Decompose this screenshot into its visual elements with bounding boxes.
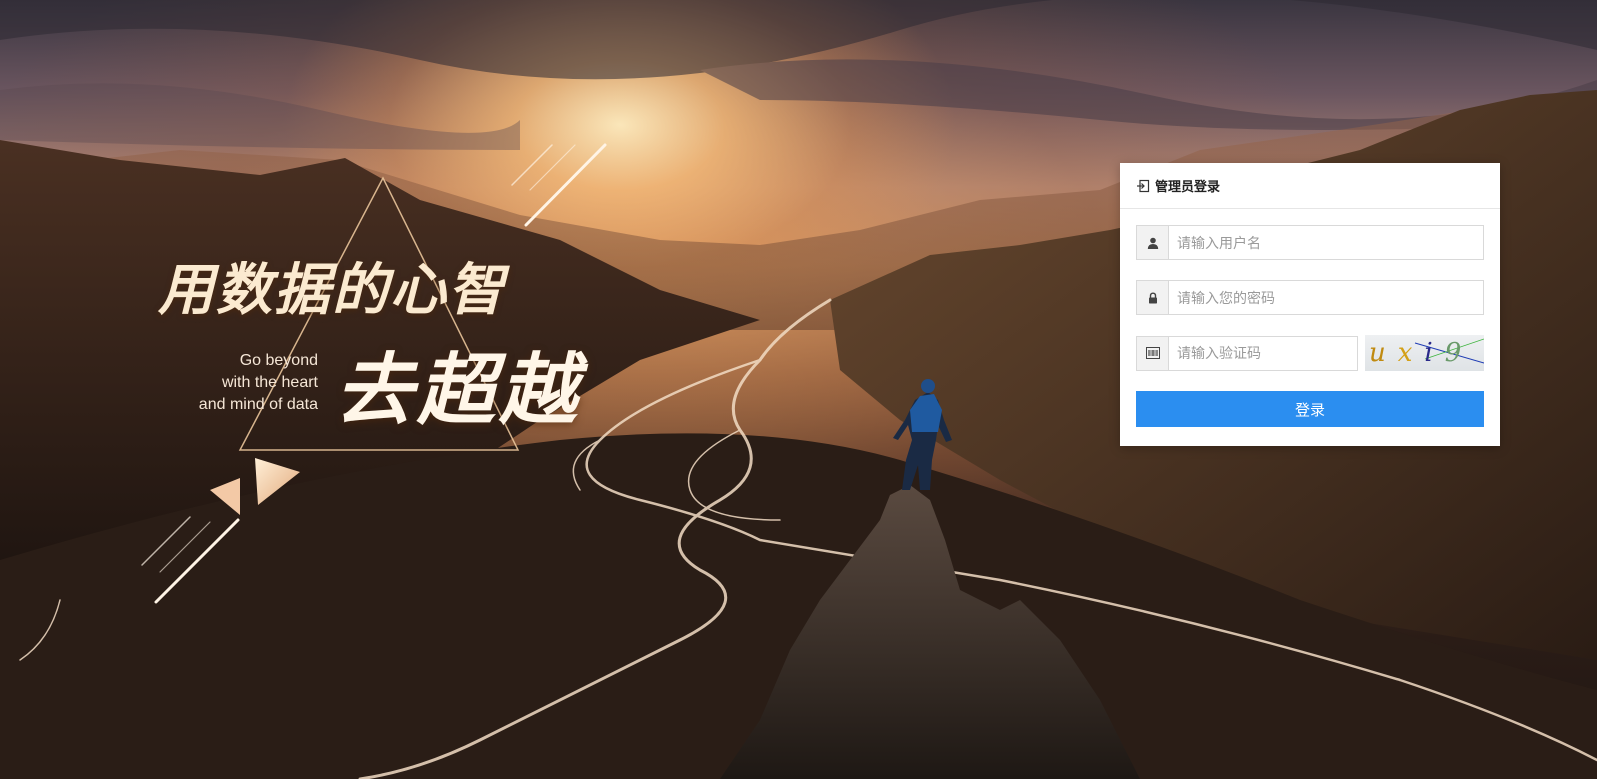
login-panel-title: 管理员登录 xyxy=(1155,179,1221,194)
login-icon xyxy=(1136,179,1150,193)
username-field-group xyxy=(1136,225,1484,260)
captcha-image[interactable]: uxi9 xyxy=(1365,335,1484,371)
captcha-code-icon xyxy=(1137,336,1169,370)
slogan-english-line: with the heart xyxy=(221,374,318,391)
captcha-character: 9 xyxy=(1444,338,1474,368)
slogan-english: Go beyond with the heart and mind of dat… xyxy=(160,350,318,416)
captcha-character: x xyxy=(1397,338,1425,368)
captcha-input[interactable] xyxy=(1169,336,1357,370)
login-button[interactable]: 登录 xyxy=(1136,391,1484,427)
login-panel: 管理员登录 请输入用户名 请输入验证码 uxi9 登录 xyxy=(1120,163,1500,446)
login-form: uxi9 登录 xyxy=(1120,209,1500,427)
login-panel-header: 管理员登录 xyxy=(1120,163,1500,209)
captcha-character: u xyxy=(1369,338,1398,368)
username-input[interactable] xyxy=(1169,226,1483,259)
login-page: 用数据的心智 去超越 Go beyond with the heart and … xyxy=(0,0,1597,779)
slogan-english-line: Go beyond xyxy=(239,352,318,369)
slogan-english-line: and mind of data xyxy=(198,396,318,413)
password-input[interactable] xyxy=(1169,281,1483,314)
slogan-chinese-line1: 用数据的心智 xyxy=(158,257,506,323)
lock-icon xyxy=(1137,281,1169,314)
captcha-character: i xyxy=(1424,338,1445,368)
user-icon xyxy=(1137,226,1169,259)
captcha-field-group xyxy=(1136,335,1358,371)
password-field-group xyxy=(1136,280,1484,315)
slogan-chinese-line2: 去超越 xyxy=(335,345,582,436)
captcha-code: uxi9 xyxy=(1369,335,1473,371)
captcha-row: uxi9 xyxy=(1136,335,1484,371)
